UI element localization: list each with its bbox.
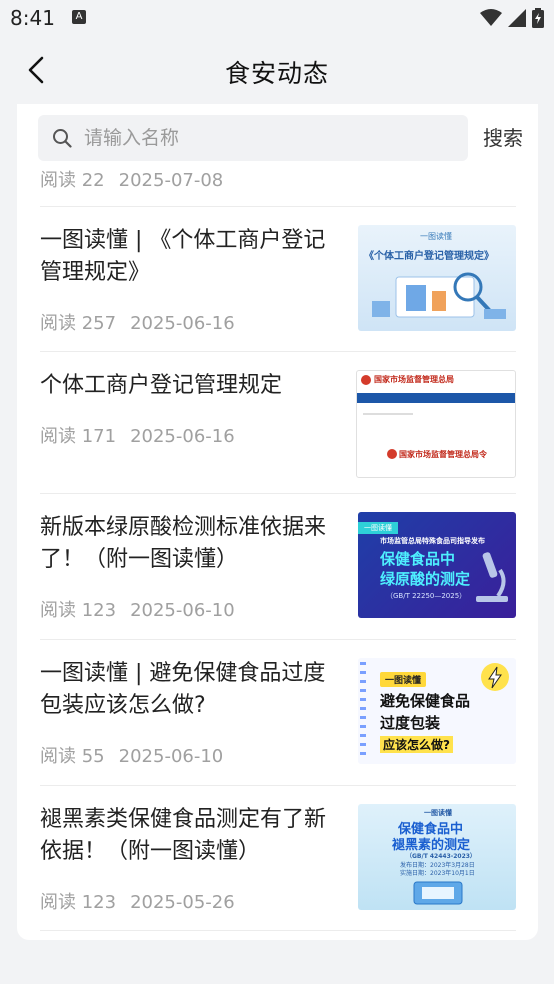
publish-date: 2025-06-16 — [130, 426, 235, 447]
article-meta: 阅读 123 2025-05-26 — [40, 888, 235, 914]
signal-icon — [508, 9, 526, 27]
list-item[interactable]: 一图读懂 | 《个体工商户登记管理规定》 阅读 257 2025-06-16 一图… — [40, 207, 516, 352]
search-icon — [52, 128, 72, 148]
thumb-nav-strip — [357, 393, 515, 403]
list-item[interactable]: 一图读懂 | 避免保健食品过度包装应该怎么做? 阅读 55 2025-06-10 … — [40, 640, 516, 786]
thumb-caption: 一图读懂 — [380, 672, 427, 687]
publish-date: 2025-07-08 — [118, 170, 224, 191]
read-count: 阅读 123 — [40, 600, 117, 621]
article-thumbnail: 一图读懂 《个体工商户登记管理规定》 — [358, 225, 516, 331]
thumb-caption: 过度包装 — [380, 714, 441, 732]
status-bar: 8:41 A — [0, 0, 554, 36]
article-list: 阅读 22 2025-07-08 一图读懂 | 《个体工商户登记管理规定》 阅读 … — [40, 162, 516, 931]
notification-icon: A — [72, 10, 86, 24]
thumb-caption: 一图读懂 — [358, 522, 398, 534]
content-card: 搜索 阅读 22 2025-07-08 一图读懂 | 《个体工商户登记管理规定》 … — [17, 104, 538, 940]
list-item[interactable]: 褪黑素类保健食品测定有了新依据！（附一图读懂） 阅读 123 2025-05-26… — [40, 786, 516, 931]
list-item[interactable]: 个体工商户登记管理规定 阅读 171 2025-06-16 国家市场监督管理总局 … — [40, 352, 516, 494]
article-meta: 阅读 55 2025-06-10 — [40, 742, 223, 768]
thumb-illustration — [372, 272, 506, 319]
status-time: 8:41 — [10, 6, 55, 30]
article-meta: 阅读 22 2025-07-08 — [40, 166, 223, 192]
article-thumbnail: 一图读懂 保健食品中 褪黑素的测定 （GB/T 42443-2023） 发布日期… — [358, 804, 516, 910]
system-icons — [480, 8, 544, 28]
nav-bar: 食安动态 — [0, 40, 554, 102]
publish-date: 2025-05-26 — [130, 892, 235, 913]
article-title: 褪黑素类保健食品测定有了新依据！（附一图读懂） — [40, 807, 327, 864]
thumb-spiral-binding — [360, 662, 366, 760]
article-title: 一图读懂 | 《个体工商户登记管理规定》 — [40, 228, 326, 285]
search-box — [38, 115, 468, 161]
article-title: 个体工商户登记管理规定 — [40, 373, 283, 398]
read-count: 阅读 123 — [40, 892, 117, 913]
thumb-caption: 保健食品中 — [380, 550, 456, 568]
publish-date: 2025-06-10 — [118, 746, 224, 767]
article-title: 一图读懂 | 避免保健食品过度包装应该怎么做? — [40, 661, 326, 718]
article-thumbnail: 一图读懂 避免保健食品 过度包装 应该怎么做? — [358, 658, 516, 764]
publish-date: 2025-06-16 — [130, 313, 235, 334]
read-count: 阅读 22 — [40, 170, 105, 191]
article-title: 新版本绿原酸检测标准依据来了！（附一图读懂） — [40, 515, 327, 572]
thumb-caption: 市场监管总局特殊食品司指导发布 — [380, 537, 485, 545]
thumb-caption: 实施日期：2023年10月1日 — [400, 870, 475, 877]
list-item[interactable]: 新版本绿原酸检测标准依据来了！（附一图读懂） 阅读 123 2025-06-10 … — [40, 494, 516, 640]
emblem-icon — [387, 449, 397, 459]
article-meta: 阅读 123 2025-06-10 — [40, 596, 235, 622]
thumb-line — [363, 413, 413, 415]
thumb-caption: （GB/T 42443-2023） — [406, 853, 476, 860]
article-meta: 阅读 171 2025-06-16 — [40, 422, 235, 448]
article-thumbnail: 一图读懂 市场监管总局特殊食品司指导发布 保健食品中 绿原酸的测定 （GB/T … — [358, 512, 516, 618]
thumb-caption: 国家市场监督管理总局令 — [399, 450, 487, 459]
microscope-icon — [476, 552, 508, 602]
article-meta: 阅读 257 2025-06-16 — [40, 309, 235, 335]
battery-icon — [532, 8, 544, 28]
search-row: 搜索 — [38, 115, 528, 161]
thumb-caption: 国家市场监督管理总局 — [374, 375, 454, 384]
thumb-caption: 一图读懂 — [424, 809, 452, 817]
read-count: 阅读 55 — [40, 746, 105, 767]
thumb-caption: 应该怎么做? — [380, 736, 453, 753]
publish-date: 2025-06-10 — [130, 600, 235, 621]
emblem-icon — [361, 375, 371, 385]
wifi-icon — [480, 9, 502, 26]
search-input[interactable] — [82, 126, 446, 150]
read-count: 阅读 257 — [40, 313, 117, 334]
lightning-icon — [481, 663, 509, 691]
page-title: 食安动态 — [224, 59, 329, 88]
device-illustration — [413, 881, 463, 905]
thumb-caption: 避免保健食品 — [380, 692, 471, 710]
read-count: 阅读 171 — [40, 426, 117, 447]
thumb-caption: 绿原酸的测定 — [380, 570, 471, 588]
thumb-caption: （GB/T 22250—2025） — [386, 592, 467, 600]
search-button[interactable]: 搜索 — [483, 115, 523, 161]
article-thumbnail: 国家市场监督管理总局 国家市场监督管理总局令 — [356, 370, 516, 478]
list-item[interactable]: 阅读 22 2025-07-08 — [40, 162, 516, 207]
